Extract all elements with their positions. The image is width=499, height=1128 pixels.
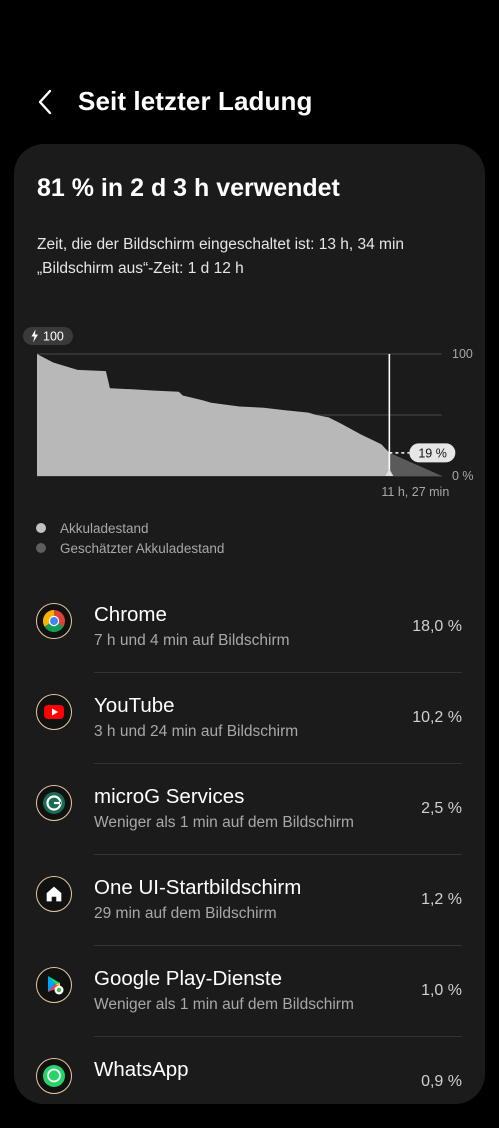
current-level-badge: 19 % (409, 443, 456, 463)
y-axis-bottom-label: 0 % (452, 469, 474, 483)
charge-badge-label: 100 (43, 330, 64, 344)
app-usage-time: 3 h und 24 min auf Bildschirm (94, 723, 299, 740)
app-usage-list: Chrome 7 h und 4 min auf Bildschirm 18,0… (14, 582, 485, 1128)
legend-item-actual: Akkuladestand (36, 518, 224, 538)
back-button[interactable] (28, 84, 64, 120)
app-battery-percent: 1,2 % (421, 891, 462, 908)
app-usage-time: Weniger als 1 min auf dem Bildschirm (94, 996, 354, 1013)
top-app-bar: Seit letzter Ladung (0, 70, 499, 134)
battery-usage-card: 81 % in 2 d 3 h verwendet Zeit, die der … (14, 144, 485, 1104)
legend-label-estimated: Geschätzter Akkuladestand (60, 540, 225, 556)
screen-on-time: Zeit, die der Bildschirm eingeschaltet i… (37, 236, 405, 253)
app-name: One UI-Startbildschirm (94, 876, 302, 899)
legend-label-actual: Akkuladestand (60, 520, 149, 536)
app-row-whatsapp[interactable]: WhatsApp 0,9 % (14, 1037, 485, 1128)
microg-icon (36, 785, 72, 821)
screen-off-time: „Bildschirm aus“-Zeit: 1 d 12 h (37, 260, 244, 277)
legend-dot-estimated (36, 543, 46, 553)
y-axis-top-label: 100 (452, 347, 473, 361)
charge-badge: 100 (23, 327, 73, 345)
app-battery-percent: 0,9 % (421, 1073, 462, 1090)
chart-legend: Akkuladestand Geschätzter Akkuladestand (36, 518, 224, 558)
legend-dot-actual (36, 523, 46, 533)
app-usage-time: 7 h und 4 min auf Bildschirm (94, 632, 290, 649)
play-services-icon (36, 967, 72, 1003)
app-battery-percent: 10,2 % (412, 709, 462, 726)
app-name: WhatsApp (94, 1058, 189, 1081)
app-name: Google Play-Dienste (94, 967, 283, 990)
page-title: Seit letzter Ladung (78, 86, 313, 116)
app-name: YouTube (94, 694, 175, 717)
app-name: Chrome (94, 603, 167, 626)
usage-summary-title: 81 % in 2 d 3 h verwendet (37, 174, 340, 202)
remaining-time-label: 11 h, 27 min (381, 485, 449, 499)
home-icon (36, 876, 72, 912)
legend-item-estimated: Geschätzter Akkuladestand (36, 538, 224, 558)
app-usage-time: Weniger als 1 min auf dem Bildschirm (94, 814, 354, 831)
chrome-icon (36, 603, 72, 639)
app-battery-percent: 1,0 % (421, 982, 462, 999)
app-battery-percent: 2,5 % (421, 800, 462, 817)
whatsapp-icon (36, 1058, 72, 1094)
app-row-youtube[interactable]: YouTube 3 h und 24 min auf Bildschirm 10… (14, 673, 485, 764)
app-row-one-ui-home[interactable]: One UI-Startbildschirm 29 min auf dem Bi… (14, 855, 485, 946)
youtube-icon (36, 694, 72, 730)
battery-chart[interactable]: 100 100 0 % 19 % 11 h, 27 min (14, 322, 485, 502)
chevron-left-icon (38, 89, 52, 115)
app-name: microG Services (94, 785, 245, 808)
app-usage-time: 29 min auf dem Bildschirm (94, 905, 277, 922)
app-row-play-services[interactable]: Google Play-Dienste Weniger als 1 min au… (14, 946, 485, 1037)
app-row-microg[interactable]: microG Services Weniger als 1 min auf de… (14, 764, 485, 855)
current-level-label: 19 % (418, 446, 447, 460)
battery-chart-svg: 100 100 0 % 19 % 11 h, 27 min (23, 327, 474, 499)
app-battery-percent: 18,0 % (412, 618, 462, 635)
app-row-chrome[interactable]: Chrome 7 h und 4 min auf Bildschirm 18,0… (14, 582, 485, 673)
